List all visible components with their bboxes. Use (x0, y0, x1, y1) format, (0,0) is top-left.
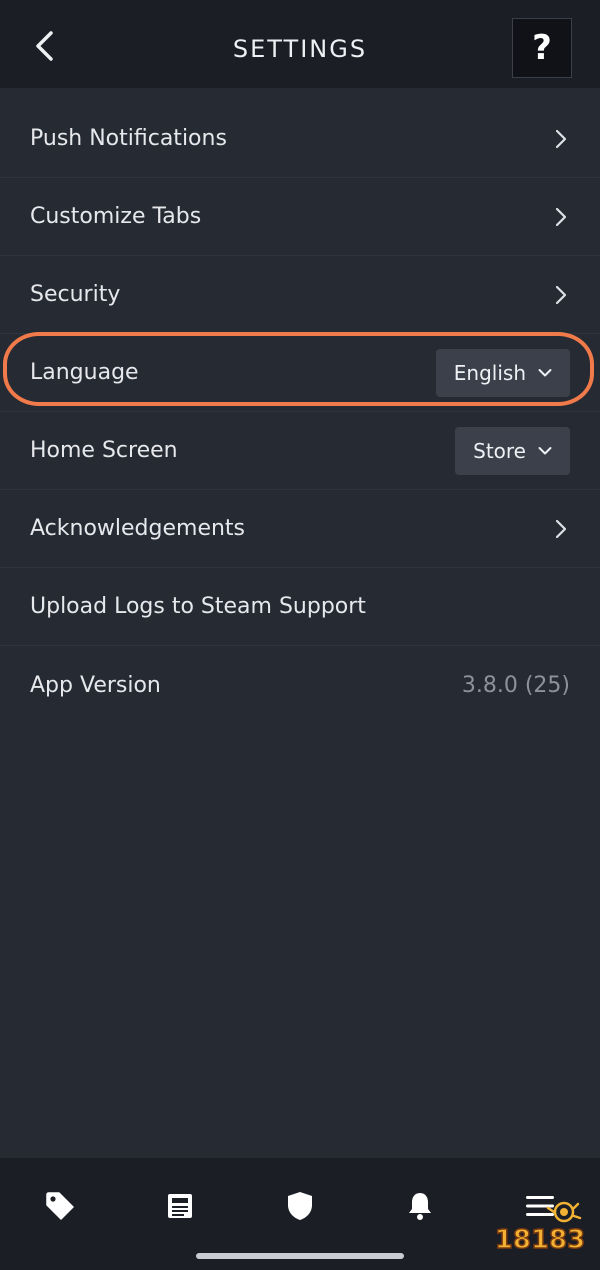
nav-store[interactable] (36, 1186, 84, 1226)
tag-icon (46, 1192, 74, 1220)
acknowledgements-label: Acknowledgements (30, 516, 246, 541)
push-notifications-label: Push Notifications (30, 126, 227, 151)
chevron-right-icon (554, 207, 568, 227)
push-notifications-row[interactable]: Push Notifications (0, 100, 600, 178)
chevron-left-icon (36, 31, 53, 61)
language-label: Language (30, 360, 139, 385)
language-row: Language English (0, 334, 600, 412)
settings-list: Push Notifications Customize Tabs Securi… (0, 100, 600, 724)
help-button[interactable]: ? (512, 18, 572, 78)
watermark-logo: 18183 (490, 1198, 590, 1258)
shield-icon (288, 1192, 312, 1220)
chevron-down-icon (538, 368, 552, 376)
news-icon (168, 1194, 192, 1218)
customize-tabs-row[interactable]: Customize Tabs (0, 178, 600, 256)
language-dropdown[interactable]: English (435, 348, 570, 397)
home-screen-label: Home Screen (30, 438, 178, 463)
acknowledgements-row[interactable]: Acknowledgements (0, 490, 600, 568)
nav-news[interactable] (156, 1186, 204, 1226)
app-version-row: App Version 3.8.0 (25) (0, 646, 600, 724)
nav-notifications[interactable] (396, 1186, 444, 1226)
customize-tabs-label: Customize Tabs (30, 204, 202, 229)
watermark-text: 18183 (495, 1225, 585, 1255)
chevron-down-icon (538, 446, 552, 454)
chevron-right-icon (554, 519, 568, 539)
home-screen-dropdown[interactable]: Store (455, 426, 570, 475)
security-row[interactable]: Security (0, 256, 600, 334)
nav-guard[interactable] (276, 1186, 324, 1226)
home-indicator (196, 1253, 404, 1259)
help-icon: ? (532, 28, 552, 68)
upload-logs-label: Upload Logs to Steam Support (30, 594, 366, 619)
chevron-right-icon (554, 129, 568, 149)
language-value: English (453, 360, 526, 385)
back-button[interactable] (22, 22, 66, 70)
app-version-value: 3.8.0 (25) (461, 672, 570, 698)
top-bar: ? (0, 0, 600, 88)
home-screen-value: Store (473, 438, 526, 463)
chevron-right-icon (554, 285, 568, 305)
home-screen-row: Home Screen Store (0, 412, 600, 490)
bell-icon (409, 1193, 431, 1220)
upload-logs-row[interactable]: Upload Logs to Steam Support (0, 568, 600, 646)
security-label: Security (30, 282, 121, 307)
app-version-label: App Version (30, 672, 161, 698)
